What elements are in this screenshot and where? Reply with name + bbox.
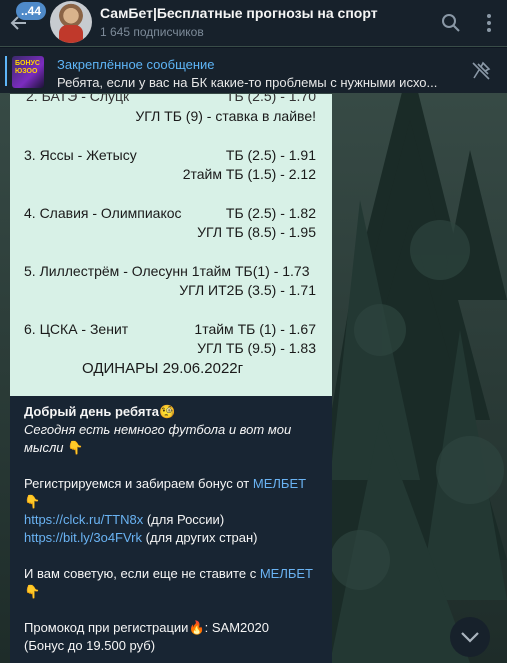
emoji-point-down-icon: 👇 [24, 494, 41, 509]
advice-text: И вам советую, если еще не ставите с [24, 566, 257, 581]
match-6-teams: 6. ЦСКА - Зенит [24, 321, 129, 337]
bonus-text: (Бонус до 19.500 руб) [24, 638, 156, 653]
match-4-bet-1: ТБ (2.5) - 1.82 [225, 205, 316, 221]
link-other-note: (для других стран) [142, 530, 258, 545]
match-3-teams: 3. Яссы - Жетысу [24, 147, 137, 163]
match-4-bet-2: УГЛ ТБ (8.5) - 1.95 [197, 224, 316, 240]
singles-date-footer: ОДИНАРЫ 29.06.2022г [82, 360, 244, 377]
promo-label: Промокод при регистрации [24, 620, 189, 635]
scroll-down-button[interactable] [450, 617, 490, 657]
pinned-title: Закреплённое сообщение [57, 57, 215, 72]
melbet-link-2[interactable]: МЕЛБЕТ [260, 566, 313, 581]
fire-icon: 🔥 [188, 620, 205, 635]
italic-line-2: мысли [24, 440, 64, 455]
match-2-teams: 2. БАТЭ - Слуцк [26, 94, 130, 104]
match-6-bet-2: УГЛ ТБ (9.5) - 1.83 [197, 340, 316, 356]
melbet-link[interactable]: МЕЛБЕТ [253, 476, 306, 491]
promo-code: : SAM2020 [204, 620, 269, 635]
greeting-text: Добрый день ребята [24, 404, 160, 419]
chat-header: ..44 СамБет|Бесплатные прогнозы на спорт… [0, 0, 507, 46]
emoji-point-down-icon: 👇 [67, 440, 84, 455]
register-text: Регистрируемся и забираем бонус от [24, 476, 250, 491]
avatar[interactable] [50, 1, 92, 43]
match-4-teams: 4. Славия - Олимпиакос [24, 205, 182, 221]
match-3-bet-2: 2тайм ТБ (1.5) - 2.12 [182, 166, 316, 182]
bets-image[interactable]: 2. БАТЭ - Слуцк ТБ (2.5) - 1.70 УГЛ ТБ (… [10, 94, 332, 396]
pinned-thumbnail: БОНУС ЮЗОО [12, 56, 44, 88]
unread-count-badge: ..44 [16, 2, 47, 20]
pinned-text: Ребята, если у вас на БК какие-то пробле… [57, 75, 438, 90]
match-3-bet-1: ТБ (2.5) - 1.91 [225, 147, 316, 163]
pinned-accent-bar [5, 56, 7, 86]
emoji-glasses-icon: 🧐 [159, 404, 176, 419]
chat-title[interactable]: СамБет|Бесплатные прогнозы на спорт [100, 5, 378, 21]
pinned-thumb-text: БОНУС ЮЗОО [15, 60, 40, 75]
emoji-point-down-icon: 👇 [24, 584, 41, 599]
link-russia[interactable]: https://clck.ru/TTN8x [24, 512, 143, 527]
more-vertical-icon[interactable] [478, 12, 500, 34]
italic-line-1: Сегодня есть немного футбола и вот мои [24, 422, 292, 437]
pinned-message-bar[interactable]: БОНУС ЮЗОО Закреплённое сообщение Ребята… [0, 47, 507, 93]
subscriber-count: 1 645 подписчиков [100, 25, 204, 39]
match-2-bet-2: УГЛ ТБ (9) - ставка в лайве! [135, 108, 316, 124]
link-russia-note: (для России) [143, 512, 225, 527]
unpin-icon[interactable] [470, 60, 492, 82]
link-other-countries[interactable]: https://bit.ly/3o4FVrk [24, 530, 142, 545]
match-5-bet-2: УГЛ ИТ2Б (3.5) - 1.71 [179, 282, 316, 298]
match-2-bet-1: ТБ (2.5) - 1.70 [225, 94, 316, 104]
message-bubble: Добрый день ребята🧐 Сегодня есть немного… [10, 396, 332, 663]
search-icon[interactable] [440, 12, 462, 34]
chevron-down-icon [461, 632, 479, 643]
match-5-line: 5. Лиллестрём - Олесунн 1тайм ТБ(1) - 1.… [24, 263, 310, 279]
match-6-bet-1: 1тайм ТБ (1) - 1.67 [194, 321, 316, 337]
